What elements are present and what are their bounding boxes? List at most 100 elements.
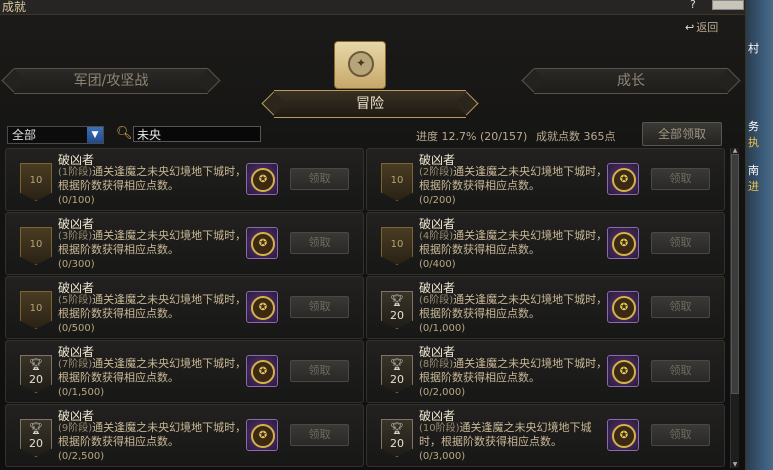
progress-label: 进度 — [416, 130, 438, 143]
achievement-card: 🏆︎ 20 破凶者 (6阶段)通关逢魔之未央幻境地下城时，根据阶数获得相应点数。 (0/… — [366, 276, 725, 339]
achievement-card: 🏆︎ 20 破凶者 (7阶段)通关逢魔之未央幻境地下城时，根据阶数获得相应点数。 (0/… — [5, 340, 364, 403]
claim-button[interactable]: 领取 — [290, 168, 349, 190]
achievement-desc: (8阶段)通关逢魔之未央幻境地下城时，根据阶数获得相应点数。 — [419, 357, 609, 384]
point-badge: 10 — [20, 163, 52, 201]
progress-count: (20/157) — [479, 130, 528, 143]
point-badge: 🏆︎ 20 — [381, 355, 413, 393]
reward-medal-icon[interactable]: ✪ — [246, 227, 278, 259]
achievement-stage: (6阶段) — [419, 295, 454, 306]
help-icon[interactable]: ? — [690, 0, 696, 11]
tab-adventure[interactable]: 冒险 — [274, 90, 466, 118]
achievement-progress: (0/200) — [419, 195, 456, 206]
search-input[interactable] — [133, 126, 261, 142]
return-button[interactable]: ↩ 返回 — [685, 19, 718, 35]
point-badge: 🏆︎ 20 — [20, 355, 52, 393]
badge-points: 20 — [29, 437, 43, 450]
game-strip-text: 执 — [748, 136, 759, 149]
achievement-card: 10 破凶者 (5阶段)通关逢魔之未央幻境地下城时，根据阶数获得相应点数。 (0/50… — [5, 276, 364, 339]
achievement-desc: (5阶段)通关逢魔之未央幻境地下城时，根据阶数获得相应点数。 — [58, 293, 248, 320]
achievement-card: 10 破凶者 (1阶段)通关逢魔之未央幻境地下城时，根据阶数获得相应点数。 (0/10… — [5, 148, 364, 211]
medal-icon: ✪ — [251, 424, 275, 448]
achievement-progress: (0/100) — [58, 195, 95, 206]
adventure-scroll-emblem: ✦ — [326, 35, 392, 95]
medal-icon: ✪ — [612, 296, 636, 320]
reward-medal-icon[interactable]: ✪ — [607, 291, 639, 323]
badge-points: 20 — [390, 309, 404, 322]
achievement-desc: (2阶段)通关逢魔之未央幻境地下城时，根据阶数获得相应点数。 — [419, 165, 609, 192]
reward-medal-icon[interactable]: ✪ — [246, 291, 278, 323]
scroll-down-icon[interactable]: ▼ — [731, 462, 739, 468]
achievement-desc: (7阶段)通关逢魔之未央幻境地下城时，根据阶数获得相应点数。 — [58, 357, 248, 384]
badge-points: 10 — [29, 303, 43, 314]
achievement-window: 成就 ? ↩返回 ✦ 军团/攻坚战 成长 冒险 全部 ▼ 🔍︎ 进度 12.7%… — [0, 0, 746, 470]
medal-icon: ✪ — [251, 360, 275, 384]
game-strip-text: 进 — [748, 180, 759, 193]
achievement-progress: (0/1,500) — [58, 387, 105, 398]
trophy-icon: 🏆︎ — [29, 422, 43, 435]
achievement-progress: (0/2,500) — [58, 451, 105, 462]
achievement-card: 10 破凶者 (3阶段)通关逢魔之未央幻境地下城时，根据阶数获得相应点数。 (0/30… — [5, 212, 364, 275]
achievement-card: 10 破凶者 (4阶段)通关逢魔之未央幻境地下城时，根据阶数获得相应点数。 (0/40… — [366, 212, 725, 275]
badge-points: 20 — [29, 373, 43, 386]
claim-button[interactable]: 领取 — [651, 232, 710, 254]
claim-button[interactable]: 领取 — [290, 424, 349, 446]
points-label: 成就点数 — [536, 130, 580, 143]
reward-medal-icon[interactable]: ✪ — [607, 163, 639, 195]
claim-button[interactable]: 领取 — [290, 360, 349, 382]
reward-medal-icon[interactable]: ✪ — [607, 227, 639, 259]
achievement-stage: (7阶段) — [58, 359, 93, 370]
return-icon: ↩ — [685, 21, 695, 34]
achievement-stage: (1阶段) — [58, 167, 93, 178]
filter-value: 全部 — [12, 128, 37, 142]
achievement-progress: (0/500) — [58, 323, 95, 334]
point-badge: 🏆︎ 20 — [381, 291, 413, 329]
achievement-stage: (5阶段) — [58, 295, 93, 306]
claim-button[interactable]: 领取 — [290, 296, 349, 318]
reward-medal-icon[interactable]: ✪ — [607, 419, 639, 451]
filter-dropdown[interactable]: 全部 ▼ — [7, 126, 104, 144]
points-value: 365点 — [583, 130, 616, 143]
badge-points: 10 — [390, 175, 404, 186]
claim-button[interactable]: 领取 — [290, 232, 349, 254]
background-game-panel: 村务执南进 — [746, 0, 773, 470]
point-badge: 10 — [381, 227, 413, 265]
reward-medal-icon[interactable]: ✪ — [246, 163, 278, 195]
achievement-progress: (0/3,000) — [419, 451, 466, 462]
achievement-desc: (3阶段)通关逢魔之未央幻境地下城时，根据阶数获得相应点数。 — [58, 229, 248, 256]
reward-medal-icon[interactable]: ✪ — [607, 355, 639, 387]
achievement-progress: (0/400) — [419, 259, 456, 270]
trophy-icon: 🏆︎ — [390, 294, 404, 307]
achievement-desc: (9阶段)通关逢魔之未央幻境地下城时，根据阶数获得相应点数。 — [58, 421, 248, 448]
badge-points: 10 — [29, 239, 43, 250]
scroll-thumb[interactable] — [731, 154, 739, 394]
claim-button[interactable]: 领取 — [651, 168, 710, 190]
chevron-down-icon[interactable]: ▼ — [87, 127, 103, 143]
achievement-progress: (0/300) — [58, 259, 95, 270]
achievement-stage: (2阶段) — [419, 167, 454, 178]
achievement-stage: (9阶段) — [58, 423, 93, 434]
claim-button[interactable]: 领取 — [651, 424, 710, 446]
achievement-card: 🏆︎ 20 破凶者 (8阶段)通关逢魔之未央幻境地下城时，根据阶数获得相应点数。 (0/… — [366, 340, 725, 403]
tab-growth[interactable]: 成长 — [534, 68, 728, 94]
achievement-progress: (0/2,000) — [419, 387, 466, 398]
search-icon: 🔍︎ — [116, 126, 133, 141]
title-bar: 成就 ? — [0, 0, 745, 15]
game-strip-text: 村 — [748, 42, 759, 55]
point-badge: 10 — [381, 163, 413, 201]
badge-points: 20 — [390, 373, 404, 386]
tab-legion[interactable]: 军团/攻坚战 — [14, 68, 208, 94]
close-button[interactable] — [712, 0, 744, 10]
claim-button[interactable]: 领取 — [651, 296, 710, 318]
reward-medal-icon[interactable]: ✪ — [246, 355, 278, 387]
scrollbar[interactable]: ▲ ▼ — [730, 148, 739, 468]
claim-all-button[interactable]: 全部领取 — [642, 122, 722, 146]
claim-button[interactable]: 领取 — [651, 360, 710, 382]
badge-points: 10 — [29, 175, 43, 186]
medal-icon: ✪ — [612, 232, 636, 256]
point-badge: 10 — [20, 291, 52, 329]
achievement-desc: (6阶段)通关逢魔之未央幻境地下城时，根据阶数获得相应点数。 — [419, 293, 609, 320]
achievement-stage: (3阶段) — [58, 231, 93, 242]
trophy-icon: 🏆︎ — [29, 358, 43, 371]
game-strip-text: 务 — [748, 120, 759, 133]
reward-medal-icon[interactable]: ✪ — [246, 419, 278, 451]
